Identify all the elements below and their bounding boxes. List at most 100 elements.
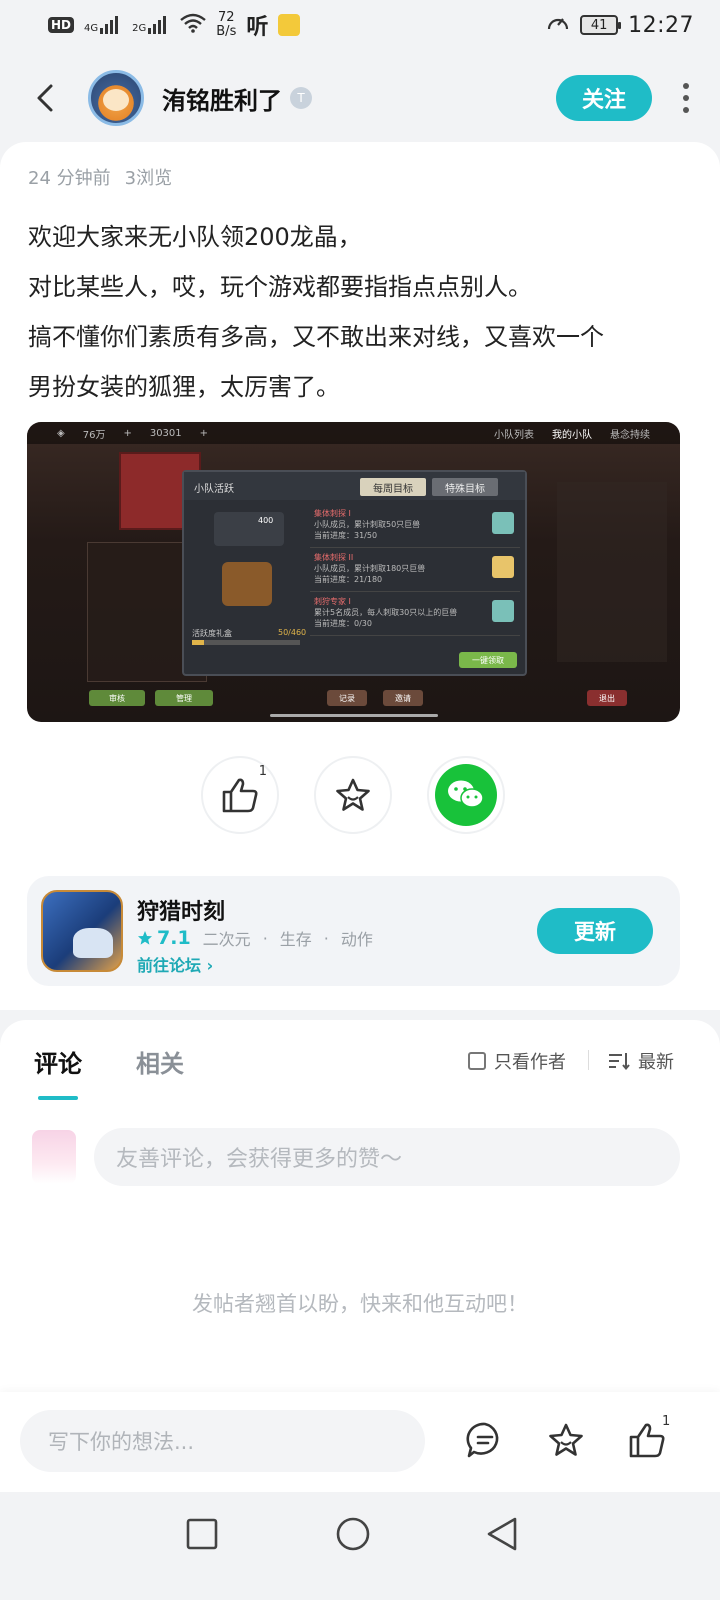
- reward-count: 400: [258, 516, 274, 525]
- comment-icon: [466, 1422, 499, 1458]
- user-level-badge: T: [290, 87, 312, 109]
- post-image[interactable]: ◈ 76万 + 30301 + 小队列表 我的小队 悬念持续 小队活跃 每周目标…: [27, 422, 680, 722]
- post-body: 欢迎大家来无小队领200龙晶， 对比某些人，哎，玩个游戏都要指指点点别人。 搞不…: [28, 212, 688, 412]
- claim-all-button: 一键领取: [459, 652, 517, 668]
- active-tab-indicator: [38, 1096, 78, 1100]
- game-manage-button: 管理: [155, 690, 213, 706]
- special-goals-tab: 特殊目标: [432, 478, 498, 496]
- write-thought-input[interactable]: 写下你的想法...: [20, 1410, 425, 1472]
- star-icon: [336, 778, 370, 811]
- game-bottom-buttons: 审核 管理 记录 邀请 退出: [87, 690, 680, 710]
- back-button[interactable]: [30, 78, 60, 118]
- divider: [588, 1050, 589, 1070]
- weekly-goals-tab: 每周目标: [360, 478, 426, 496]
- goal-list: 集体刺探 I 小队成员，累计刺取50只巨兽 当前进度：31/50 集体刺探 II 小队…: [310, 504, 520, 644]
- goal-item: 集体刺探 II 小队成员，累计刺取180只巨兽 当前进度：21/180: [310, 548, 520, 592]
- signal-icon-2g: 2G: [132, 16, 170, 34]
- post-line: 搞不懂你们素质有多高，又不敢出来对线，又喜欢一个: [28, 323, 604, 351]
- comments-section: 评论 相关 只看作者 最新 友善评论，会获得更多的赞～ 发帖者翘首以盼，快来和他…: [0, 1020, 720, 1392]
- game-resource-2: 30301: [149, 427, 182, 439]
- post-line: 男扮女装的狐狸，太厉害了。: [28, 373, 340, 401]
- author-avatar[interactable]: [88, 70, 144, 126]
- game-score: 7.1: [157, 927, 191, 949]
- game-tab-memorial: 悬念持续: [610, 429, 650, 441]
- post-line: 对比某些人，哎，玩个游戏都要指指点点别人。: [28, 273, 532, 301]
- diamond-icon: ◈: [57, 427, 65, 439]
- signal-icon-4g: 4G: [84, 16, 122, 34]
- goto-forum-link[interactable]: 前往论坛 ›: [137, 952, 213, 976]
- author-only-toggle[interactable]: 只看作者: [468, 1048, 566, 1074]
- game-record-button: 记录: [327, 690, 367, 706]
- listen-app-icon: 听: [246, 15, 269, 40]
- game-icon[interactable]: [41, 890, 123, 972]
- like-count-bottom: 1: [662, 1414, 671, 1429]
- game-tab-mine: 我的小队: [552, 429, 592, 441]
- triangle-back-icon: [487, 1517, 517, 1551]
- activity-progress-bar: [192, 640, 300, 645]
- game-exit-button: 退出: [587, 690, 627, 706]
- sort-label: 最新: [638, 1052, 674, 1073]
- game-rating-row: 7.1 二次元 · 生存 · 动作: [137, 926, 373, 950]
- empty-comments-text: 发帖者翘首以盼，快来和他互动吧！: [192, 1292, 528, 1316]
- goal-desc: 小队成员，累计刺取180只巨兽: [314, 564, 426, 573]
- chest-icon: [222, 562, 272, 606]
- goal-progress: 当前进度：0/30: [314, 619, 372, 628]
- square-icon: [186, 1518, 218, 1550]
- system-nav-bar: [0, 1492, 720, 1600]
- favorite-button[interactable]: [314, 756, 392, 834]
- game-resource-1: 76万: [82, 429, 106, 441]
- like-button[interactable]: 1: [201, 756, 279, 834]
- post-card: 24 分钟前 3浏览 欢迎大家来无小队领200龙晶， 对比某些人，哎，玩个游戏都…: [0, 142, 720, 1010]
- recents-button[interactable]: [182, 1514, 222, 1554]
- game-tag: 生存: [279, 930, 312, 949]
- my-avatar: [32, 1130, 76, 1184]
- favorite-button-bottom[interactable]: [544, 1418, 588, 1462]
- post-line: 欢迎大家来无小队领200龙晶，: [28, 223, 362, 251]
- speedometer-icon: [546, 12, 570, 39]
- game-name: 狩猎时刻: [137, 900, 226, 925]
- goal-desc: 累计5名成员，每人刺取30只以上的巨兽: [314, 608, 458, 617]
- goto-forum-label: 前往论坛: [137, 956, 202, 975]
- goal-title: 集体刺探 II: [314, 553, 354, 562]
- app-notification-icon: [278, 14, 301, 36]
- game-invite-button: 邀请: [383, 690, 423, 706]
- goal-progress: 当前进度：31/50: [314, 531, 378, 540]
- checkbox-icon: [468, 1052, 486, 1070]
- wechat-icon: [435, 764, 497, 826]
- thumbs-up-icon: [629, 1423, 665, 1458]
- update-button[interactable]: 更新: [537, 908, 653, 954]
- status-bar: HD 4G 2G 72 B/s 听 41 12:27: [0, 0, 720, 50]
- goal-title: 刺狩专家 I: [314, 597, 351, 606]
- tab-comments[interactable]: 评论: [34, 1044, 82, 1079]
- clock: 12:27: [628, 12, 694, 38]
- post-actions: 1: [0, 756, 720, 836]
- follow-button[interactable]: 关注: [556, 75, 652, 121]
- game-apply-button: 审核: [89, 690, 145, 706]
- sort-button[interactable]: 最新: [608, 1048, 674, 1074]
- team-activity-dialog: 小队活跃 每周目标 特殊目标 400 活跃度礼盒 50/460 集体刺探 I 小队…: [182, 470, 527, 676]
- net-label: 4G: [84, 23, 99, 34]
- comment-input[interactable]: 友善评论，会获得更多的赞～: [94, 1128, 680, 1186]
- post-time: 24 分钟前: [28, 168, 111, 189]
- tag-separator: ·: [323, 928, 329, 948]
- tab-related[interactable]: 相关: [136, 1044, 184, 1079]
- hd-badge: HD: [48, 17, 75, 33]
- game-home-indicator: [270, 714, 438, 717]
- star-icon: [549, 1423, 583, 1456]
- plus-icon: +: [199, 427, 209, 439]
- net-label-2: 2G: [132, 23, 147, 34]
- author-name[interactable]: 洧铭胜利了: [162, 81, 282, 116]
- tag-separator: ·: [262, 928, 268, 948]
- plus-icon: +: [123, 427, 132, 439]
- post-views: 3浏览: [124, 168, 173, 189]
- battery-icon: 41: [580, 15, 622, 35]
- game-card[interactable]: 狩猎时刻 7.1 二次元 · 生存 · 动作 前往论坛 › 更新: [27, 876, 680, 986]
- goal-title: 集体刺探 I: [314, 509, 351, 518]
- game-topbar: ◈ 76万 + 30301 + 小队列表 我的小队 悬念持续: [27, 422, 680, 444]
- wechat-share-button[interactable]: [427, 756, 505, 834]
- more-options-button[interactable]: [682, 83, 690, 113]
- home-button[interactable]: [333, 1514, 373, 1554]
- system-back-button[interactable]: [482, 1514, 522, 1554]
- comment-button[interactable]: [463, 1418, 507, 1462]
- goal-item: 集体刺探 I 小队成员，累计刺取50只巨兽 当前进度：31/50: [310, 504, 520, 548]
